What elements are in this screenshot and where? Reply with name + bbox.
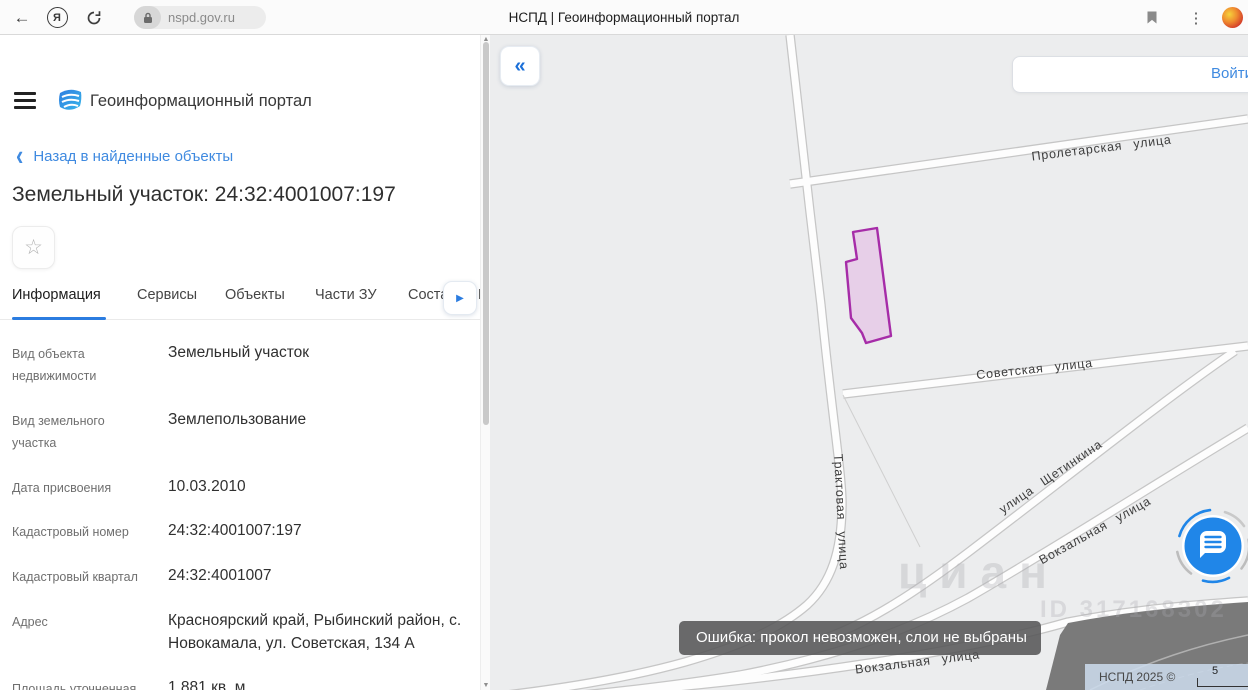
map-attribution: НСПД 2025 © 5 xyxy=(1085,664,1248,690)
app-title: Геоинформационный портал xyxy=(90,92,312,110)
cian-watermark-id: ID 317168302 xyxy=(1040,596,1227,623)
field-row: Дата присвоения 10.03.2010 xyxy=(12,477,246,495)
tabs-scroll-right-button[interactable]: ▶ xyxy=(443,281,477,315)
profile-avatar[interactable] xyxy=(1222,7,1243,28)
page: ← Я nspd.gov.ru НСПД | Геоинформационный… xyxy=(0,0,1248,690)
browser-tab-title: НСПД | Геоинформационный портал xyxy=(508,10,740,25)
chat-widget-button[interactable] xyxy=(1167,500,1248,592)
selected-parcel-polygon[interactable] xyxy=(844,226,893,345)
street-label-sovetskaya: Советская улица xyxy=(976,356,1094,382)
tab-objects[interactable]: Объекты xyxy=(225,287,285,319)
tabs-bar: Информация Сервисы Объекты Части ЗУ Сост… xyxy=(0,281,488,320)
favorite-star-button[interactable]: ☆ xyxy=(12,226,55,269)
map-canvas[interactable]: Пролетарская улица Советская улица Тракт… xyxy=(490,34,1248,690)
browser-menu-icon[interactable]: ⋮ xyxy=(1184,0,1208,35)
tab-information[interactable]: Информация xyxy=(12,287,101,319)
back-link[interactable]: ‹ Назад в найденные объекты xyxy=(16,139,233,172)
cian-watermark: циан xyxy=(898,546,1060,598)
scrollbar-thumb[interactable] xyxy=(482,42,489,425)
login-button[interactable]: Войти xyxy=(1012,56,1248,93)
scale-number: 5 xyxy=(1212,665,1219,677)
bookmark-icon[interactable] xyxy=(1138,0,1166,35)
panel-scrollbar[interactable]: ▲ ▼ xyxy=(480,35,490,690)
login-button-label: Войти xyxy=(1211,65,1248,82)
field-row: Адрес Красноярский край, Рыбинский район,… xyxy=(12,612,462,653)
error-toast: Ошибка: прокол невозможен, слои не выбра… xyxy=(679,621,1041,655)
field-row: Вид объекта недвижимости Земельный участо… xyxy=(12,344,310,383)
collapse-panel-button[interactable]: « xyxy=(500,46,540,86)
hamburger-menu-icon[interactable] xyxy=(14,92,36,113)
info-panel: Геоинформационный портал ‹ Назад в найде… xyxy=(0,35,488,690)
nspd-logo-icon xyxy=(56,86,84,114)
chevron-left-icon: ‹ xyxy=(16,139,24,172)
street-label-shchetinkina: улица Щетинкина xyxy=(997,437,1105,516)
tab-parcel-parts[interactable]: Части ЗУ xyxy=(315,287,377,319)
roads xyxy=(518,34,1248,690)
browser-toolbar: ← Я nspd.gov.ru НСПД | Геоинформационный… xyxy=(0,0,1248,35)
scale-bar xyxy=(1197,678,1248,687)
tab-services[interactable]: Сервисы xyxy=(137,287,197,319)
field-row: Кадастровый номер 24:32:4001007:197 xyxy=(12,522,302,540)
field-row: Площадь уточненная 1 881 кв. м xyxy=(12,678,246,690)
field-row: Вид земельного участка Землепользование xyxy=(12,410,307,450)
active-tab-underline xyxy=(12,317,106,320)
block-boundary-line xyxy=(842,394,921,548)
map-graphics: Пролетарская улица Советская улица Тракт… xyxy=(508,34,1248,690)
field-row: Кадастровый квартал 24:32:4001007 xyxy=(12,567,272,585)
page-title: Земельный участок: 24:32:4001007:197 xyxy=(12,183,396,206)
attribute-list: Вид объекта недвижимости Земельный участо… xyxy=(12,341,468,690)
attribution-text: НСПД 2025 © xyxy=(1099,670,1176,684)
